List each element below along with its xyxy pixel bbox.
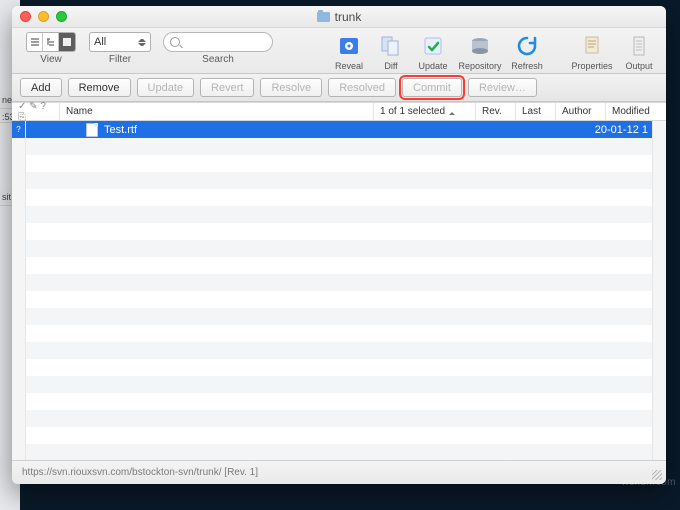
col-selection[interactable]: 1 of 1 selected [374, 103, 476, 120]
filter-value: All [94, 36, 106, 48]
resolved-button[interactable]: Resolved [328, 78, 396, 97]
search-icon [170, 37, 180, 47]
repository-button[interactable]: Repository [456, 32, 504, 71]
command-bar: Add Remove Update Revert Resolve Resolve… [12, 74, 666, 102]
properties-button[interactable]: Properties [568, 32, 616, 71]
review-button[interactable]: Review… [468, 78, 537, 97]
filter-select[interactable]: All [89, 32, 151, 52]
resolve-button[interactable]: Resolve [260, 78, 322, 97]
status-bar: https://svn.riouxsvn.com/bstockton-svn/t… [12, 460, 666, 484]
col-name[interactable]: Name [60, 103, 374, 120]
diff-button[interactable]: Diff [372, 32, 410, 71]
col-last[interactable]: Last [516, 103, 556, 120]
sort-asc-icon [449, 109, 455, 115]
table-row[interactable]: Test.rtf 20-01-12 1 [26, 121, 652, 138]
titlebar[interactable]: trunk [12, 6, 666, 28]
col-rev[interactable]: Rev. [476, 103, 516, 120]
row-flag-gutter: ? [12, 121, 26, 460]
output-button[interactable]: Output [620, 32, 658, 71]
update-button[interactable]: Update [414, 32, 452, 71]
update-cmd-button[interactable]: Update [137, 78, 194, 97]
file-modified: 20-01-12 1 [588, 124, 652, 136]
reveal-button[interactable]: Reveal [330, 32, 368, 71]
row-flag: ? [12, 121, 25, 138]
view-label: View [40, 54, 62, 65]
window-title-text: trunk [335, 10, 362, 24]
add-button[interactable]: Add [20, 78, 62, 97]
revert-button[interactable]: Revert [200, 78, 254, 97]
vertical-scrollbar[interactable] [652, 121, 666, 460]
view-tree-icon[interactable] [43, 33, 59, 51]
watermark: wsxdn.com [621, 477, 676, 488]
app-window: trunk View All Filter [12, 6, 666, 484]
view-mode-segmented[interactable] [26, 32, 76, 52]
window-title: trunk [12, 10, 666, 24]
remove-button[interactable]: Remove [68, 78, 131, 97]
col-modified[interactable]: Modified [606, 103, 666, 120]
stepper-icon [138, 36, 146, 49]
table-header: ✓ ✎ ? ⎘ Name 1 of 1 selected Rev. Last A… [12, 102, 666, 121]
commit-button[interactable]: Commit [402, 78, 462, 97]
toolbar: View All Filter Search Reveal [12, 28, 666, 74]
status-text: https://svn.riouxsvn.com/bstockton-svn/t… [22, 467, 258, 478]
view-list-icon[interactable] [59, 33, 75, 51]
file-list[interactable]: Test.rtf 20-01-12 1 [26, 121, 652, 460]
refresh-button[interactable]: Refresh [508, 32, 546, 71]
file-name: Test.rtf [104, 124, 137, 136]
search-label: Search [202, 54, 234, 65]
filter-label: Filter [109, 54, 131, 65]
row-stripes [26, 121, 652, 460]
view-flat-icon[interactable] [27, 33, 43, 51]
col-author[interactable]: Author [556, 103, 606, 120]
folder-icon [317, 12, 330, 22]
file-icon [86, 123, 98, 137]
search-input[interactable] [163, 32, 273, 52]
col-flags[interactable]: ✓ ✎ ? ⎘ [12, 103, 60, 120]
table-body-container: ? Test.rtf 20-01-12 1 [12, 121, 666, 460]
